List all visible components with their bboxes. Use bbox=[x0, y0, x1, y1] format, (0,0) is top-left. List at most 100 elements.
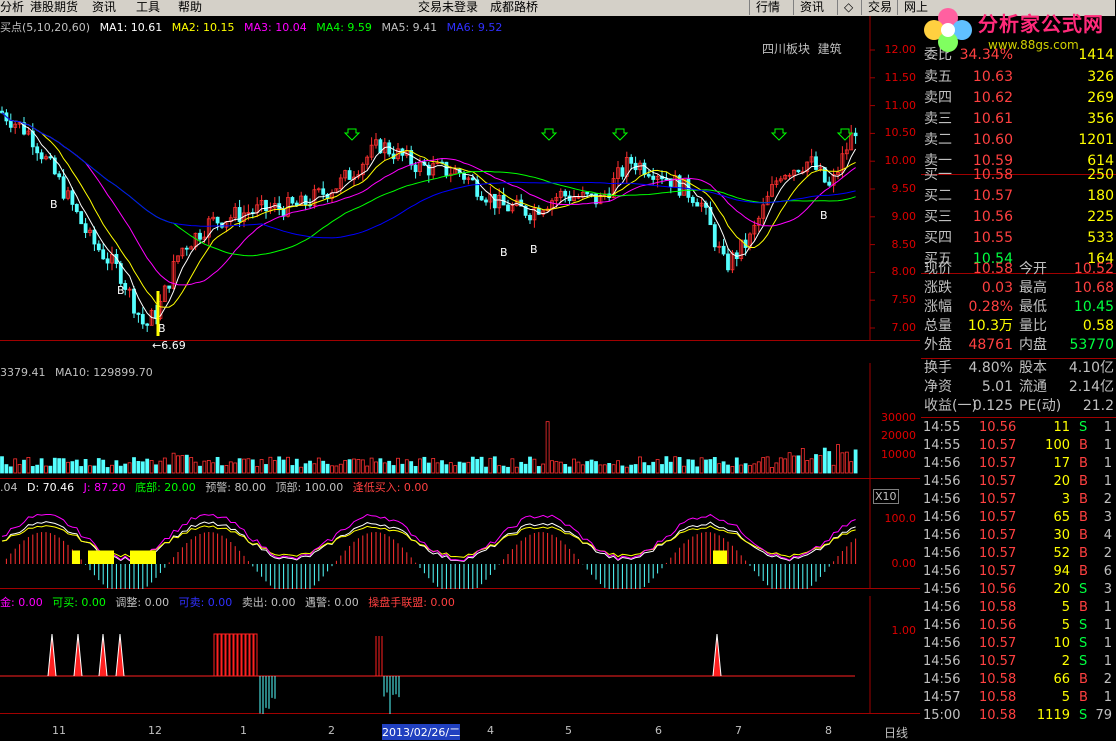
volume-bar bbox=[52, 457, 57, 474]
volume-bar bbox=[189, 457, 194, 474]
info-row: 换手 4.80% 股本 4.10亿 bbox=[924, 360, 1114, 376]
volume-bar bbox=[598, 464, 603, 474]
candle-body bbox=[145, 323, 150, 326]
stock-name: 成都路桥 bbox=[490, 0, 539, 14]
volume-bar bbox=[734, 457, 739, 474]
tick-row: 14:57 10.58 5 B 1 bbox=[923, 690, 1112, 705]
candle-body bbox=[303, 195, 308, 206]
row-vol: 326 bbox=[1087, 69, 1114, 85]
candle-body bbox=[528, 214, 532, 221]
sector-label[interactable]: 四川板块 建筑 bbox=[762, 40, 842, 57]
candle-body bbox=[61, 176, 66, 199]
menu-analysis[interactable]: 分析 bbox=[0, 0, 24, 15]
menu-help[interactable]: 帮助 bbox=[178, 0, 202, 15]
volume-bar bbox=[651, 461, 656, 474]
candle-body bbox=[444, 161, 449, 176]
kdj-panel[interactable] bbox=[0, 479, 920, 589]
menu-bar: 分析 港股期货 资讯 工具 帮助 交易未登录 成都路桥 bbox=[0, 0, 745, 16]
volume-bar bbox=[57, 458, 62, 474]
volume-bar bbox=[96, 458, 101, 474]
buy-marker: B bbox=[500, 246, 508, 259]
volume-bar bbox=[726, 464, 730, 474]
tick-row: 15:00 10.58 1119 S 79 bbox=[923, 708, 1112, 723]
tick-row: 14:56 10.57 94 B 6 bbox=[923, 564, 1112, 579]
candle-body bbox=[83, 223, 88, 233]
candle-body bbox=[290, 197, 295, 204]
menu-hk-futures[interactable]: 港股期货 bbox=[30, 0, 78, 15]
row-value: 10.58 bbox=[972, 167, 1013, 183]
volume-bar bbox=[176, 455, 180, 474]
ma4-value: MA4: 9.59 bbox=[316, 21, 372, 34]
kdj-warn: 预警: 80.00 bbox=[205, 481, 267, 494]
volume-bar bbox=[184, 454, 189, 474]
tab-quotes[interactable]: 行情 bbox=[749, 0, 796, 15]
sig-gold: 金: 0.00 bbox=[0, 596, 43, 609]
volume-bar bbox=[110, 464, 114, 474]
sig-cansell: 可卖: 0.00 bbox=[178, 596, 233, 609]
volume-bar bbox=[440, 460, 444, 474]
price-axis: 12.00 11.50 11.00 10.50 10.00 9.50 9.00 8.50 8.0… bbox=[870, 16, 920, 341]
menu-news[interactable]: 资讯 bbox=[92, 0, 116, 15]
volume-bar bbox=[149, 460, 154, 474]
bottom-signal-block bbox=[72, 550, 80, 564]
bottom-signal-block bbox=[130, 550, 156, 564]
volume-header: 3379.41 MA10: 129899.70 bbox=[0, 367, 159, 379]
price-tick: 9.50 bbox=[891, 182, 917, 195]
price-tick: 8.00 bbox=[891, 265, 917, 279]
volume-bar bbox=[849, 461, 854, 474]
trade-status[interactable]: 交易未登录 bbox=[418, 0, 478, 15]
date-tick: 8 bbox=[825, 724, 832, 737]
signal-block bbox=[237, 633, 242, 677]
candle-body bbox=[96, 243, 101, 251]
signal-spike bbox=[712, 633, 722, 677]
stat-row: 涨幅 0.28% 最低 10.45 bbox=[924, 299, 1114, 315]
volume-bar bbox=[255, 466, 260, 474]
volume-bar bbox=[268, 456, 273, 474]
ma3-value: MA3: 10.04 bbox=[244, 21, 307, 34]
candle-body bbox=[479, 195, 484, 201]
price-tick: 12.00 bbox=[884, 43, 917, 56]
volume-bar bbox=[752, 463, 757, 474]
signal-panel[interactable] bbox=[0, 596, 920, 714]
volume-bar bbox=[519, 461, 524, 474]
volume-bar bbox=[162, 457, 167, 474]
candle-body bbox=[506, 204, 510, 212]
period-label[interactable]: 日线 bbox=[884, 724, 908, 741]
tick-row: 14:55 10.57 100 B 1 bbox=[923, 438, 1112, 453]
volume-bar bbox=[250, 459, 255, 474]
volume-bar bbox=[400, 463, 405, 474]
tab-diamond[interactable]: ◇ bbox=[837, 0, 858, 15]
signal-block bbox=[253, 633, 258, 677]
candle-body bbox=[57, 173, 62, 178]
candle-body bbox=[413, 164, 418, 173]
kdj-tick: 100.0 bbox=[884, 512, 917, 525]
chart-area[interactable]: BBBBBB 买点(5,10,20,60) MA1: 10.61 MA2: 10… bbox=[0, 16, 920, 740]
candle-body bbox=[136, 312, 141, 315]
signal-spike bbox=[73, 633, 83, 677]
volume-bar bbox=[396, 457, 400, 474]
volume-panel[interactable] bbox=[0, 363, 920, 479]
volume-bar bbox=[774, 462, 779, 474]
kline-panel[interactable]: BBBB BB bbox=[0, 16, 920, 341]
volume-bar bbox=[567, 466, 572, 474]
volume-bar bbox=[17, 464, 22, 474]
candle-body bbox=[814, 156, 818, 170]
bottom-signal-block bbox=[713, 550, 727, 564]
menu-tools[interactable]: 工具 bbox=[136, 0, 160, 15]
volume-bar bbox=[677, 457, 682, 474]
candle-body bbox=[853, 132, 858, 137]
tab-news[interactable]: 资讯 bbox=[793, 0, 840, 15]
row-label: 卖二 bbox=[924, 132, 952, 148]
bid-row: 买一 10.58 250 bbox=[921, 166, 1116, 185]
ask-row: 卖三 10.61 356 bbox=[921, 110, 1116, 129]
candle-body bbox=[721, 245, 726, 255]
volume-bar bbox=[277, 456, 282, 474]
logo-url: www.88gs.com bbox=[988, 38, 1079, 52]
candle-body bbox=[629, 157, 634, 164]
volume-bar bbox=[756, 461, 761, 474]
volume-bar bbox=[242, 458, 246, 474]
quote-panel: 委比 34.34% 1414 卖五 10.63 326 卖四 10.62 269 卖三 10.61 3… bbox=[921, 16, 1116, 724]
tab-trade[interactable]: 交易 bbox=[861, 0, 898, 15]
signal-spike bbox=[47, 633, 57, 677]
price-tick: 7.50 bbox=[891, 293, 917, 307]
